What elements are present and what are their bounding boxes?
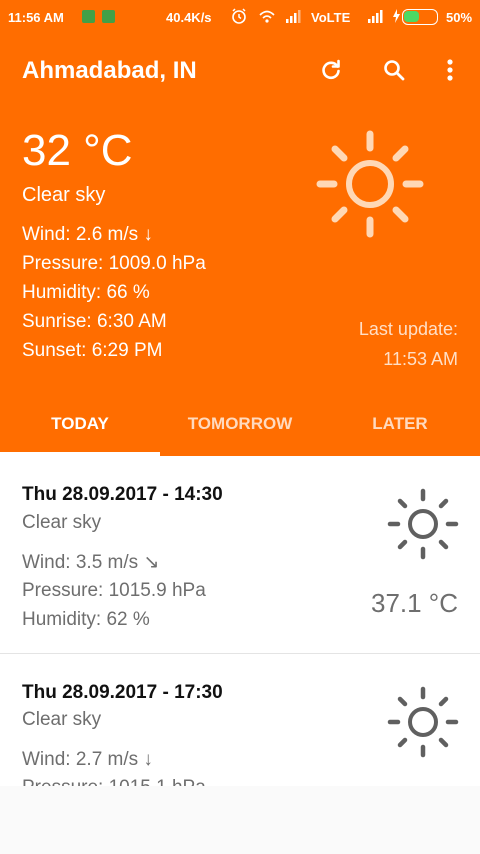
current-sunset: Sunset: 6:29 PM xyxy=(22,340,163,361)
notification-icon xyxy=(82,10,95,23)
sun-icon xyxy=(314,128,426,245)
current-humidity: Humidity: 66 % xyxy=(22,282,150,303)
forecast-list[interactable]: Thu 28.09.2017 - 14:30 Clear sky Wind: 3… xyxy=(0,456,480,786)
list-item[interactable]: Thu 28.09.2017 - 14:30 Clear sky Wind: 3… xyxy=(0,456,480,654)
status-time: 11:56 AM xyxy=(8,10,64,25)
sun-icon xyxy=(386,685,460,764)
alarm-icon xyxy=(230,7,248,28)
forecast-description: Clear sky xyxy=(22,709,102,730)
forecast-datetime: Thu 28.09.2017 - 14:30 xyxy=(22,484,223,505)
forecast-pressure: Pressure: 1015.9 hPa xyxy=(22,580,206,601)
last-update-label: Last update: xyxy=(358,319,458,339)
notification-icon xyxy=(102,10,115,23)
more-vert-icon xyxy=(447,59,453,81)
battery-percent: 50% xyxy=(446,10,473,25)
sun-icon xyxy=(386,487,460,566)
current-description: Clear sky xyxy=(22,184,106,206)
volte-label: VoLTE xyxy=(311,10,351,25)
forecast-wind: Wind: 2.7 m/s ↓ xyxy=(22,749,153,770)
forecast-wind: Wind: 3.5 m/s ↘ xyxy=(22,552,160,573)
list-item[interactable]: Thu 28.09.2017 - 17:30 Clear sky Wind: 2… xyxy=(0,654,480,786)
search-icon xyxy=(384,60,405,81)
current-temperature: 32 °C xyxy=(22,126,133,175)
tab-tomorrow[interactable]: TOMORROW xyxy=(160,394,320,456)
forecast-humidity: Humidity: 62 % xyxy=(22,609,150,630)
forecast-description: Clear sky xyxy=(22,512,102,533)
forecast-temperature: 37.1 °C xyxy=(370,588,458,618)
signal-icon xyxy=(366,8,386,27)
current-wind: Wind: 2.6 m/s ↓ xyxy=(22,224,153,245)
status-bar: 11:56 AM 40.4K/s VoLTE 50% xyxy=(0,0,480,34)
battery-icon xyxy=(402,9,438,25)
signal-icon xyxy=(284,8,304,27)
forecast-datetime: Thu 28.09.2017 - 17:30 xyxy=(22,682,223,703)
refresh-button[interactable] xyxy=(315,54,347,86)
last-update-time: 11:53 AM xyxy=(383,349,458,369)
more-options-button[interactable] xyxy=(434,54,466,86)
refresh-icon xyxy=(322,59,340,80)
network-speed: 40.4K/s xyxy=(166,10,212,25)
wifi-icon xyxy=(258,7,276,28)
forecast-pressure: Pressure: 1015.1 hPa xyxy=(22,777,206,786)
header-panel: 11:56 AM 40.4K/s VoLTE 50% Ahmadabad, IN xyxy=(0,0,480,456)
city-title: Ahmadabad, IN xyxy=(22,57,197,84)
current-pressure: Pressure: 1009.0 hPa xyxy=(22,253,206,274)
empty-area xyxy=(0,786,480,854)
tab-later[interactable]: LATER xyxy=(320,394,480,456)
charging-icon xyxy=(392,8,401,27)
search-button[interactable] xyxy=(378,54,410,86)
tab-today[interactable]: TODAY xyxy=(0,394,160,456)
last-update: Last update: 11:53 AM xyxy=(359,314,458,374)
battery-level xyxy=(404,11,419,22)
current-sunrise: Sunrise: 6:30 AM xyxy=(22,311,167,332)
